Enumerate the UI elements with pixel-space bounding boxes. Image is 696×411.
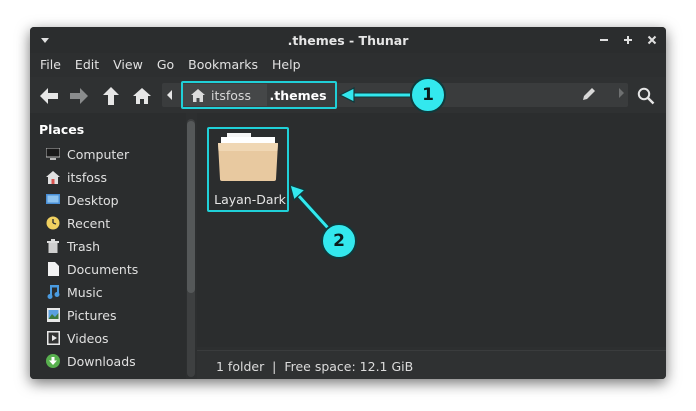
callout-1: 1 xyxy=(410,77,446,113)
annotation-arrows xyxy=(289,87,410,230)
callout-2: 2 xyxy=(321,223,357,259)
